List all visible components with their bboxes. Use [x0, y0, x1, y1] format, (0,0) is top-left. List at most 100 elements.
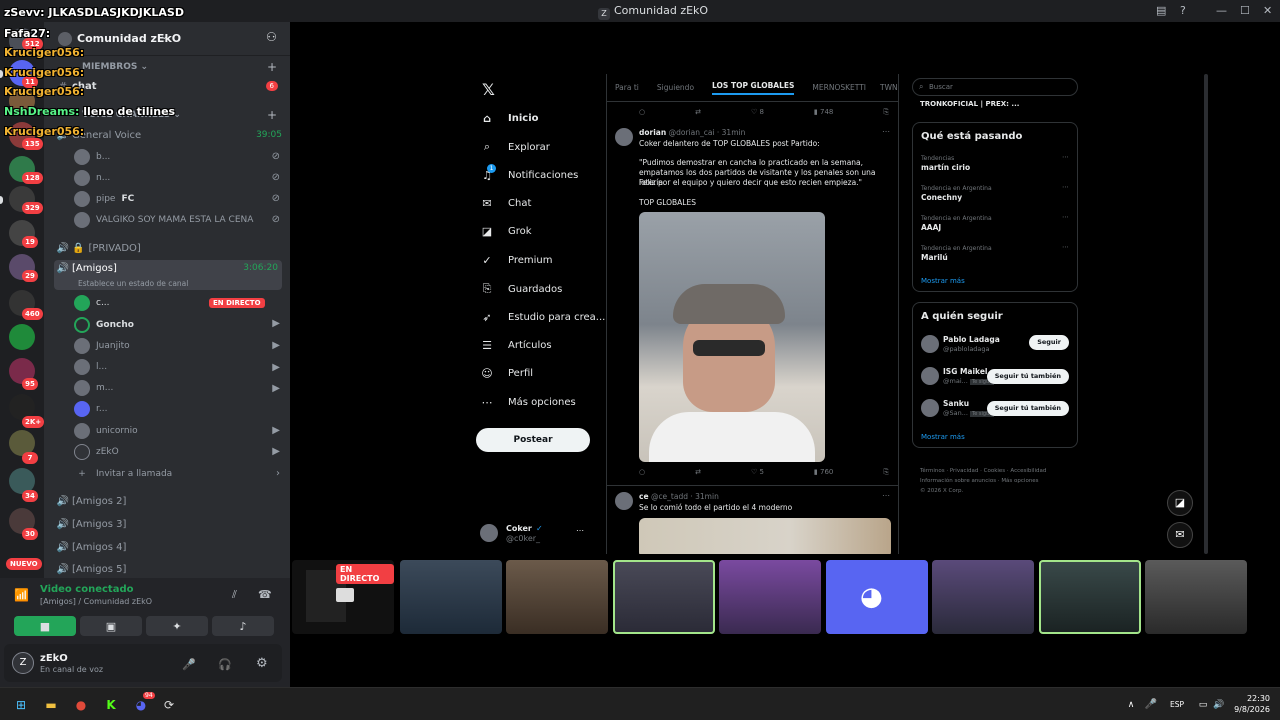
- follow-name[interactable]: Pablo Ladaga: [943, 335, 1000, 344]
- clock[interactable]: 22:30 9/8/2026: [1230, 693, 1270, 715]
- section-voice[interactable]: VOICE CHANNELS ⌄: [82, 110, 181, 120]
- maximize-icon[interactable]: ☐: [1240, 4, 1250, 17]
- post-button[interactable]: Postear: [476, 428, 590, 452]
- participant-tile[interactable]: [400, 560, 502, 634]
- search-input[interactable]: ⌕ Buscar: [912, 78, 1078, 96]
- voice-member[interactable]: m...: [74, 378, 113, 398]
- footer-link[interactable]: Información sobre anuncios: [920, 478, 996, 484]
- footer-link[interactable]: Más opciones: [1001, 478, 1038, 484]
- participant-tile[interactable]: [506, 560, 608, 634]
- help-icon[interactable]: ?: [1180, 4, 1186, 17]
- participant-tile[interactable]: ◕: [826, 560, 928, 634]
- like-icon[interactable]: ♡ 8: [751, 108, 764, 117]
- windows-start-icon[interactable]: ⊞: [12, 696, 30, 714]
- server-header[interactable]: Comunidad zEkO ⌄ ⚇: [44, 22, 290, 56]
- views-icon[interactable]: ▮ 760: [814, 468, 833, 477]
- voice-member[interactable]: l...: [74, 357, 107, 377]
- voice-member[interactable]: Goncho: [74, 315, 134, 335]
- x-nav-grok[interactable]: ◪ Grok: [480, 225, 532, 238]
- x-nav-guardados[interactable]: ⎘ Guardados: [480, 282, 563, 296]
- add-member-icon[interactable]: ⚇: [266, 30, 277, 44]
- top-right-item[interactable]: TRONKOFICIAL | PREX: ...: [920, 100, 1019, 108]
- x-nav-mas-opciones[interactable]: ⋯ Más opciones: [480, 396, 576, 409]
- chevron-down-icon[interactable]: ⌄: [160, 31, 168, 42]
- more-icon[interactable]: ⋯: [882, 491, 890, 500]
- server-icon[interactable]: [9, 324, 35, 350]
- trend-item[interactable]: Conechny: [921, 193, 962, 202]
- footer-link[interactable]: Cookies: [984, 468, 1006, 474]
- tab-los-top-globales[interactable]: LOS TOP GLOBALES: [712, 81, 795, 95]
- channel-amigos-2[interactable]: 🔊 [Amigos 2]: [54, 491, 282, 511]
- channel-amigos-4[interactable]: 🔊 [Amigos 4]: [54, 537, 282, 557]
- camera-button[interactable]: ■: [14, 616, 76, 636]
- microphone-icon[interactable]: 🎤: [182, 658, 196, 671]
- inbox-icon[interactable]: ▤: [1156, 4, 1166, 17]
- voice-member[interactable]: pipe FC: [74, 189, 134, 209]
- gear-icon[interactable]: ⚙: [256, 656, 268, 671]
- avatar[interactable]: [921, 399, 939, 417]
- views-icon[interactable]: ▮ 748: [814, 108, 833, 117]
- participant-tile[interactable]: [719, 560, 821, 634]
- grok-float-button[interactable]: ◪: [1167, 490, 1193, 516]
- retweet-icon[interactable]: ⇄: [695, 468, 701, 477]
- participant-tile[interactable]: [613, 560, 715, 634]
- voice-member[interactable]: VALGIKO SOY MAMA ESTA LA CENA: [74, 210, 253, 230]
- invite-to-call[interactable]: + Invitar a llamada: [74, 464, 172, 484]
- show-more-link[interactable]: Mostrar más: [921, 277, 965, 285]
- connection-signal-icon[interactable]: 📶: [14, 588, 29, 602]
- app-icon[interactable]: ⟳: [160, 696, 178, 714]
- footer-link[interactable]: Términos: [920, 468, 945, 474]
- trend-item[interactable]: AAAJ: [921, 223, 941, 232]
- screen-share-button[interactable]: ▣: [80, 616, 142, 636]
- chevron-up-icon[interactable]: ∧: [1122, 696, 1140, 714]
- section-members[interactable]: MIEMBROS ⌄: [82, 62, 148, 72]
- follow-name[interactable]: Sanku: [943, 399, 969, 408]
- participant-tile[interactable]: EN DIRECTO: [292, 560, 394, 634]
- more-icon[interactable]: ⋯: [1062, 243, 1069, 251]
- channel-status-hint[interactable]: Establece un estado de canal: [78, 279, 188, 288]
- more-icon[interactable]: ⋯: [882, 127, 890, 136]
- shared-screen[interactable]: 𝕏 ⌂ Inicio ⌕ Explorar ♫ Notificaciones 1 ✉ C…: [466, 74, 1199, 554]
- close-icon[interactable]: ✕: [1263, 4, 1272, 17]
- avatar[interactable]: [615, 492, 633, 510]
- keyboard-language[interactable]: ESP: [1170, 700, 1184, 709]
- reply-icon[interactable]: ○: [639, 468, 645, 477]
- avatar[interactable]: [615, 128, 633, 146]
- chevron-right-icon[interactable]: ›: [276, 468, 280, 479]
- voice-channel-link[interactable]: [Amigos] / Comunidad zEkO: [40, 597, 152, 606]
- kick-icon[interactable]: K: [102, 696, 120, 714]
- headphones-icon[interactable]: 🎧: [218, 658, 232, 671]
- reply-icon[interactable]: ○: [639, 108, 645, 117]
- voice-member[interactable]: Juanjito: [74, 336, 130, 356]
- channel-amigos-5[interactable]: 🔊 [Amigos 5]: [54, 559, 282, 579]
- participant-tile[interactable]: [1039, 560, 1141, 634]
- messages-float-button[interactable]: ✉: [1167, 522, 1193, 548]
- participant-tile[interactable]: [932, 560, 1034, 634]
- more-icon[interactable]: ⋯: [1062, 153, 1069, 161]
- stream-scrollbar[interactable]: [1204, 74, 1208, 554]
- trend-item[interactable]: martín cirio: [921, 163, 970, 172]
- soundboard-button[interactable]: ♪: [212, 616, 274, 636]
- minimize-icon[interactable]: —: [1216, 4, 1227, 17]
- user-name[interactable]: zEkO: [40, 653, 68, 664]
- file-explorer-icon[interactable]: ▬: [42, 696, 60, 714]
- user-avatar[interactable]: Z: [12, 652, 34, 674]
- add-voice-channel-icon[interactable]: +: [267, 108, 277, 122]
- more-icon[interactable]: ⋯: [1062, 213, 1069, 221]
- microphone-icon[interactable]: 🎤: [1142, 696, 1160, 714]
- more-icon[interactable]: ⋯: [1062, 183, 1069, 191]
- avatar[interactable]: [921, 335, 939, 353]
- retweet-icon[interactable]: ⇄: [695, 108, 701, 117]
- voice-member[interactable]: b...: [74, 147, 110, 167]
- x-nav-articulos[interactable]: ☰ Artículos: [480, 339, 552, 352]
- disconnect-icon[interactable]: ☎: [258, 588, 272, 601]
- tab-twn[interactable]: TWN: [880, 83, 898, 92]
- x-logo-icon[interactable]: 𝕏: [482, 80, 495, 99]
- follow-button[interactable]: Seguir: [1029, 335, 1069, 350]
- bookmark-icon[interactable]: ⎘: [883, 108, 889, 117]
- add-channel-icon[interactable]: +: [267, 60, 277, 74]
- x-nav-premium[interactable]: ✓ Premium: [480, 254, 552, 267]
- channel-general-voice[interactable]: 🔊 General Voice 39:05: [54, 125, 282, 145]
- server-icon[interactable]: [9, 88, 35, 114]
- tab-para-ti[interactable]: Para ti: [615, 83, 639, 92]
